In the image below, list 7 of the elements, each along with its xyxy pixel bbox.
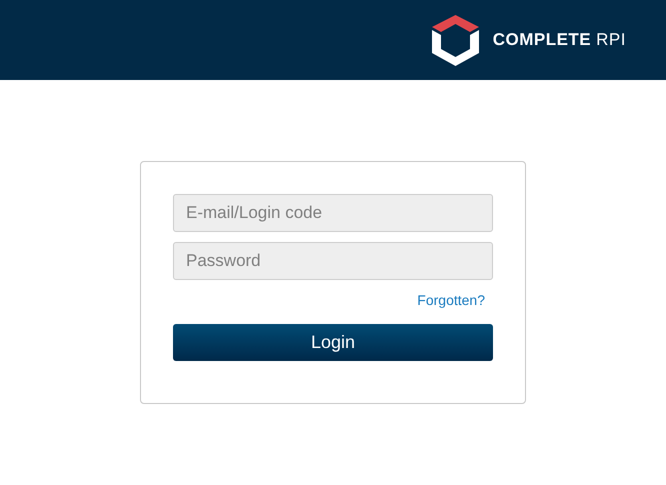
email-field[interactable]: E-mail/Login code xyxy=(173,194,493,232)
password-field[interactable]: Password xyxy=(173,242,493,280)
login-button[interactable]: Login xyxy=(173,324,493,361)
logo-icon xyxy=(432,14,479,66)
brand-name: COMPLETE xyxy=(492,29,592,52)
forgotten-link[interactable]: Forgotten? xyxy=(417,290,485,310)
brand-suffix: RPI xyxy=(596,29,626,52)
